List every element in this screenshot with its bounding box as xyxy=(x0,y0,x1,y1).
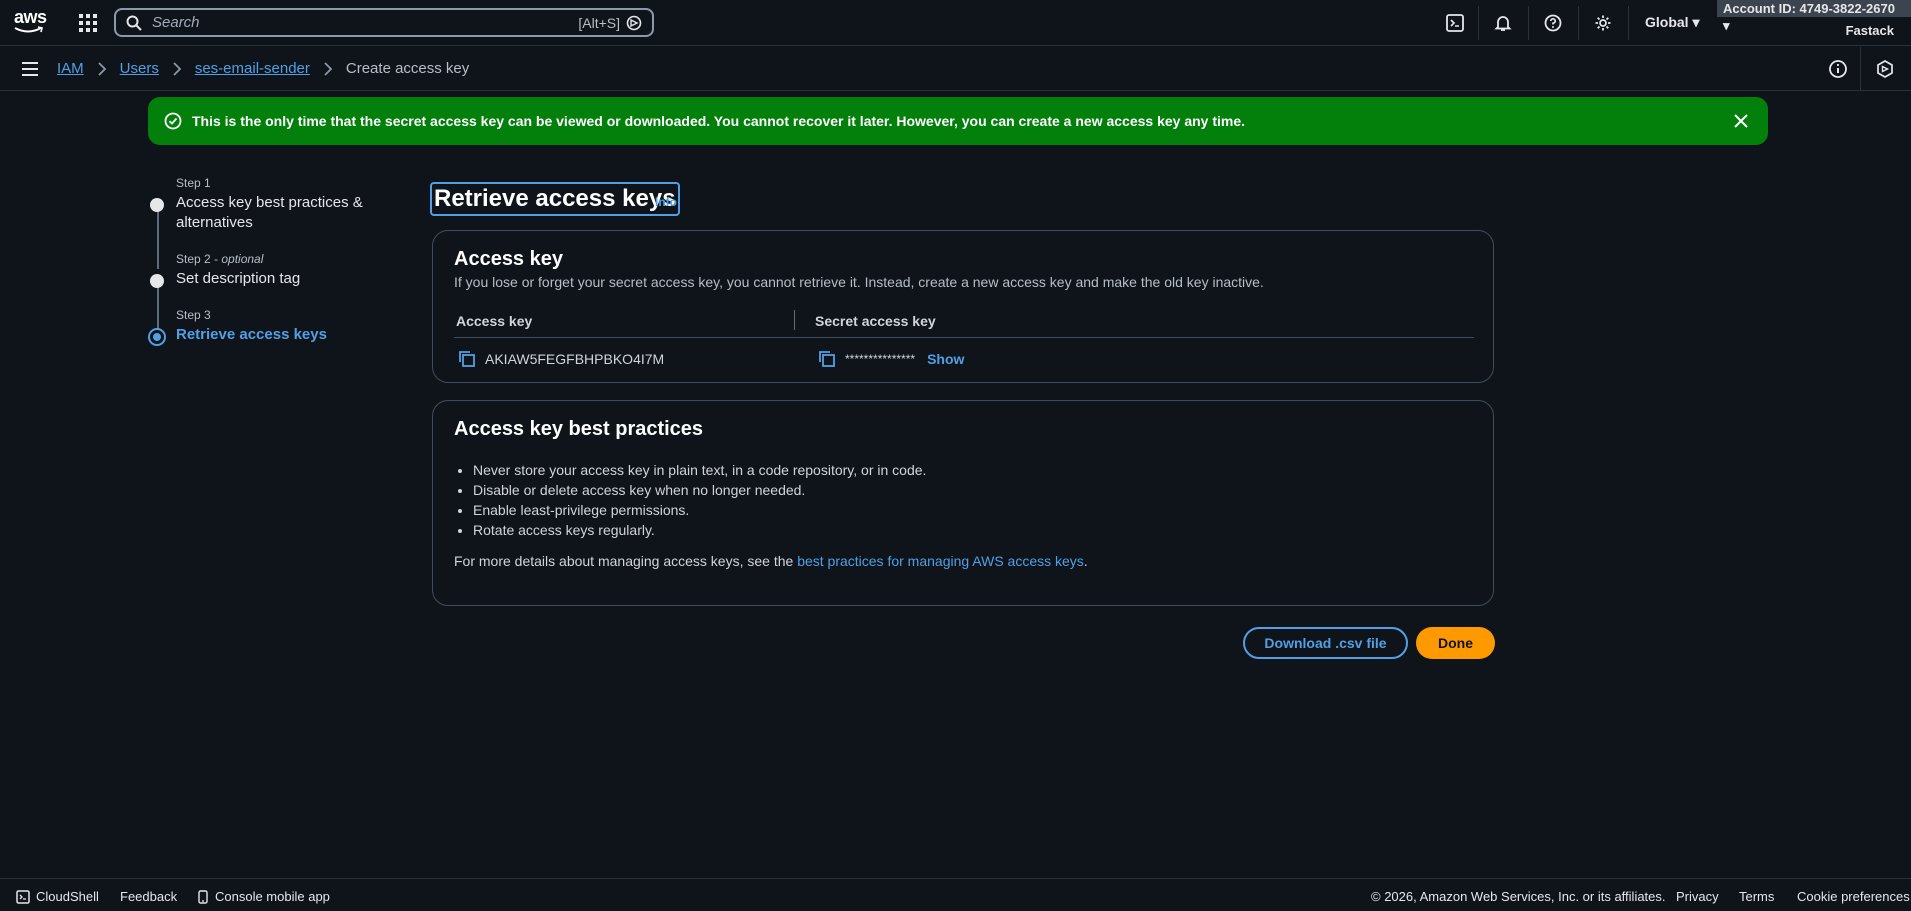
footer-feedback[interactable]: Feedback xyxy=(120,889,177,904)
breadcrumb-current: Create access key xyxy=(345,60,470,77)
footer-cookie-preferences[interactable]: Cookie preferences xyxy=(1797,889,1910,904)
mobile-phone-icon xyxy=(198,889,208,904)
services-grid-icon[interactable] xyxy=(78,13,98,33)
best-practices-card: Access key best practices Never store yo… xyxy=(432,400,1494,606)
list-item: Disable or delete access key when no lon… xyxy=(473,480,926,500)
account-menu[interactable]: Account ID: 4749-3822-2670 ▾ xyxy=(1717,0,1911,33)
notifications-bell-icon[interactable] xyxy=(1491,11,1515,35)
footer-cloudshell[interactable]: CloudShell xyxy=(16,889,99,904)
done-button[interactable]: Done xyxy=(1416,627,1495,659)
top-navigation: aws [Alt+S] Global ▾ Account ID: 4749-38… xyxy=(0,0,1911,46)
list-item: Never store your access key in plain tex… xyxy=(473,460,926,480)
column-header-secret-key: Secret access key xyxy=(815,313,936,329)
search-box[interactable]: [Alt+S] xyxy=(114,8,654,37)
footer: CloudShell Feedback Console mobile app ©… xyxy=(0,878,1911,911)
cloudshell-icon[interactable] xyxy=(1443,11,1467,35)
copy-icon[interactable] xyxy=(818,350,836,368)
access-key-value: AKIAW5FEGFBHPBKO4I7M xyxy=(485,351,665,367)
assistant-icon[interactable] xyxy=(626,15,642,31)
success-check-icon xyxy=(164,112,182,130)
download-csv-button[interactable]: Download .csv file xyxy=(1243,627,1408,659)
footer-mobile-app[interactable]: Console mobile app xyxy=(197,889,330,904)
step-title: Access key best practices & alternatives xyxy=(176,194,363,231)
secret-key-cell: *************** Show xyxy=(818,350,964,368)
show-secret-button[interactable]: Show xyxy=(927,351,964,367)
breadcrumb: IAM Users ses-email-sender Create access… xyxy=(57,60,469,77)
region-selector[interactable]: Global ▾ xyxy=(1645,14,1699,31)
breadcrumb-user[interactable]: ses-email-sender xyxy=(195,60,310,77)
access-key-cell: AKIAW5FEGFBHPBKO4I7M xyxy=(458,350,664,368)
secret-key-masked: *************** xyxy=(845,352,916,366)
flash-message: This is the only time that the secret ac… xyxy=(192,113,1246,129)
wizard-steps: Step 1 Access key best practices & alter… xyxy=(148,175,388,346)
search-icon xyxy=(126,15,142,31)
page-title: Retrieve access keys xyxy=(430,182,680,216)
step-label: Step 1 xyxy=(176,176,211,190)
access-key-description: If you lose or forget your secret access… xyxy=(454,274,1264,290)
aws-smile-icon xyxy=(14,26,43,33)
step-2[interactable]: Step 2 - optional Set description tag xyxy=(148,251,388,289)
assistant-panel-icon[interactable] xyxy=(1875,59,1895,79)
breadcrumb-iam[interactable]: IAM xyxy=(57,60,84,77)
close-icon[interactable] xyxy=(1732,112,1750,130)
column-header-access-key: Access key xyxy=(456,313,533,329)
best-practices-heading: Access key best practices xyxy=(454,418,704,440)
chevron-right-icon xyxy=(173,61,182,76)
help-icon[interactable] xyxy=(1541,11,1565,35)
copyright-text: © 2026, Amazon Web Services, Inc. or its… xyxy=(1371,889,1666,904)
aws-logo[interactable]: aws xyxy=(14,8,50,36)
cloudshell-icon xyxy=(16,889,30,904)
access-key-heading: Access key xyxy=(454,248,563,270)
breadcrumb-bar: IAM Users ses-email-sender Create access… xyxy=(0,47,1911,91)
success-flash-banner: This is the only time that the secret ac… xyxy=(148,97,1768,145)
footer-terms[interactable]: Terms xyxy=(1739,889,1774,904)
best-practices-list: Never store your access key in plain tex… xyxy=(473,460,926,540)
step-3: Step 3 Retrieve access keys xyxy=(148,307,388,346)
search-input[interactable] xyxy=(142,14,579,31)
step-1[interactable]: Step 1 Access key best practices & alter… xyxy=(148,175,388,233)
more-details-text: For more details about managing access k… xyxy=(454,553,1088,569)
menu-hamburger-icon[interactable] xyxy=(21,61,39,77)
breadcrumb-users[interactable]: Users xyxy=(120,60,159,77)
step-title: Set description tag xyxy=(176,270,301,287)
settings-gear-icon[interactable] xyxy=(1591,11,1615,35)
step-title: Retrieve access keys xyxy=(176,326,327,343)
footer-privacy[interactable]: Privacy xyxy=(1676,889,1719,904)
chevron-right-icon xyxy=(324,61,333,76)
best-practices-link[interactable]: best practices for managing AWS access k… xyxy=(797,553,1084,569)
aws-logo-text: aws xyxy=(14,7,47,27)
step-label: Step 3 xyxy=(176,308,211,322)
list-item: Rotate access keys regularly. xyxy=(473,520,926,540)
chevron-right-icon xyxy=(98,61,106,76)
info-link[interactable]: Info xyxy=(655,195,677,209)
search-shortcut: [Alt+S] xyxy=(578,14,620,31)
list-item: Enable least-privilege permissions. xyxy=(473,500,926,520)
account-user-name[interactable]: Fastack xyxy=(1846,23,1894,38)
info-panel-icon[interactable] xyxy=(1828,59,1848,79)
access-key-card: Access key If you lose or forget your se… xyxy=(432,230,1494,383)
copy-icon[interactable] xyxy=(458,350,476,368)
step-label: Step 2 - optional xyxy=(176,252,264,266)
